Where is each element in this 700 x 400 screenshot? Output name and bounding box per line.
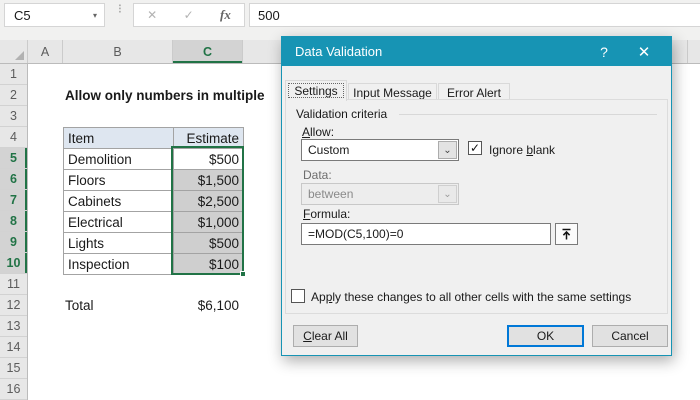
checkmark-icon: ✓: [469, 141, 481, 155]
validation-criteria-label: Validation criteria: [296, 107, 388, 121]
row-header-16[interactable]: 16: [0, 379, 27, 400]
column-header-a[interactable]: A: [28, 40, 63, 63]
cell-c12-total-value[interactable]: $6,100: [173, 295, 239, 316]
select-all-icon: [15, 51, 24, 60]
header-cell-item[interactable]: Item: [64, 128, 174, 149]
chevron-down-icon[interactable]: ⌄: [438, 141, 457, 159]
name-box-dropdown-icon[interactable]: ▾: [93, 11, 97, 20]
row-header-5[interactable]: 5: [0, 148, 27, 169]
select-all-button[interactable]: [0, 40, 28, 63]
cancel-button[interactable]: Cancel: [592, 325, 668, 347]
apply-all-checkbox[interactable]: [291, 289, 305, 303]
row-header-8[interactable]: 8: [0, 211, 27, 232]
formula-input-value: 500: [258, 7, 280, 23]
data-dropdown-value: between: [308, 187, 354, 201]
row-header-6[interactable]: 6: [0, 169, 27, 190]
cell-b9[interactable]: Lights: [64, 233, 174, 254]
help-icon: ?: [600, 43, 608, 60]
chevron-down-icon: ⌄: [438, 185, 457, 203]
row-header-7[interactable]: 7: [0, 190, 27, 211]
row-header-10[interactable]: 10: [0, 253, 27, 274]
allow-dropdown[interactable]: Custom ⌄: [301, 139, 459, 161]
row-header-3[interactable]: 3: [0, 106, 27, 127]
allow-dropdown-value: Custom: [308, 143, 350, 157]
cell-b12-total-label[interactable]: Total: [65, 295, 94, 316]
fill-handle[interactable]: [240, 271, 246, 277]
data-label: Data:: [303, 168, 332, 182]
dialog-help-button[interactable]: ?: [589, 37, 619, 66]
tab-settings[interactable]: Settings: [285, 80, 347, 101]
data-validation-dialog: Data Validation ? ✕ Settings Input Messa…: [281, 36, 672, 356]
formula-bar: C5 ▾ ⁝ ✕ ✓ fx 500: [0, 0, 700, 40]
row-header-9[interactable]: 9: [0, 232, 27, 253]
formula-input[interactable]: 500: [249, 3, 700, 27]
selection-border: [171, 146, 246, 277]
cell-b10[interactable]: Inspection: [64, 254, 174, 275]
dialog-close-button[interactable]: ✕: [627, 37, 661, 66]
allow-label: Allow:: [302, 125, 335, 139]
row-header-12[interactable]: 12: [0, 295, 27, 316]
data-dropdown-disabled[interactable]: between ⌄: [301, 183, 459, 205]
ignore-blank-label: Ignore blank: [489, 143, 556, 157]
row-header-14[interactable]: 14: [0, 337, 27, 358]
row-header-15[interactable]: 15: [0, 358, 27, 379]
cell-b7[interactable]: Cabinets: [64, 191, 174, 212]
ok-label: OK: [536, 329, 555, 343]
formula-field[interactable]: =MOD(C5,100)=0: [301, 223, 551, 245]
excel-window: C5 ▾ ⁝ ✕ ✓ fx 500 A B C 1 2 3 4 5 6 7 8 …: [0, 0, 700, 400]
column-header-b[interactable]: B: [63, 40, 173, 63]
ok-button[interactable]: OK: [507, 325, 584, 347]
cell-b5[interactable]: Demolition: [64, 149, 174, 170]
clear-all-button[interactable]: Clear All: [293, 325, 358, 347]
cancel-label: Cancel: [611, 329, 649, 343]
cell-b8[interactable]: Electrical: [64, 212, 174, 233]
row-header-2[interactable]: 2: [0, 85, 27, 106]
cell-b6[interactable]: Floors: [64, 170, 174, 191]
column-header-e[interactable]: [688, 40, 700, 63]
confirm-entry-icon[interactable]: ✓: [184, 8, 194, 22]
formula-bar-buttons: ✕ ✓ fx: [133, 3, 245, 27]
clear-all-label: Clear All: [303, 329, 348, 343]
close-icon: ✕: [637, 43, 651, 61]
formula-field-value: =MOD(C5,100)=0: [308, 227, 404, 241]
apply-all-label: Apply these changes to all other cells w…: [311, 290, 632, 304]
group-divider: [399, 114, 657, 115]
column-header-c[interactable]: C: [173, 40, 243, 63]
ignore-blank-checkbox[interactable]: ✓: [468, 141, 482, 155]
name-box[interactable]: C5 ▾: [4, 3, 105, 27]
formula-bar-drag-handle-icon: ⁝: [117, 1, 123, 16]
insert-function-icon[interactable]: fx: [220, 7, 231, 23]
collapse-dialog-button[interactable]: [555, 223, 578, 245]
name-box-value: C5: [14, 7, 31, 23]
row-header-13[interactable]: 13: [0, 316, 27, 337]
dialog-title: Data Validation: [295, 44, 383, 59]
row-header-1[interactable]: 1: [0, 64, 27, 85]
sheet-title-cell[interactable]: Allow only numbers in multiple: [65, 85, 265, 106]
row-header-11[interactable]: 11: [0, 274, 27, 295]
row-header-4[interactable]: 4: [0, 127, 27, 148]
cancel-entry-icon[interactable]: ✕: [147, 8, 157, 22]
collapse-dialog-icon: [562, 228, 571, 239]
row-header-band: 1 2 3 4 5 6 7 8 9 10 11 12 13 14 15 16: [0, 64, 28, 400]
formula-label: Formula:: [303, 207, 351, 221]
